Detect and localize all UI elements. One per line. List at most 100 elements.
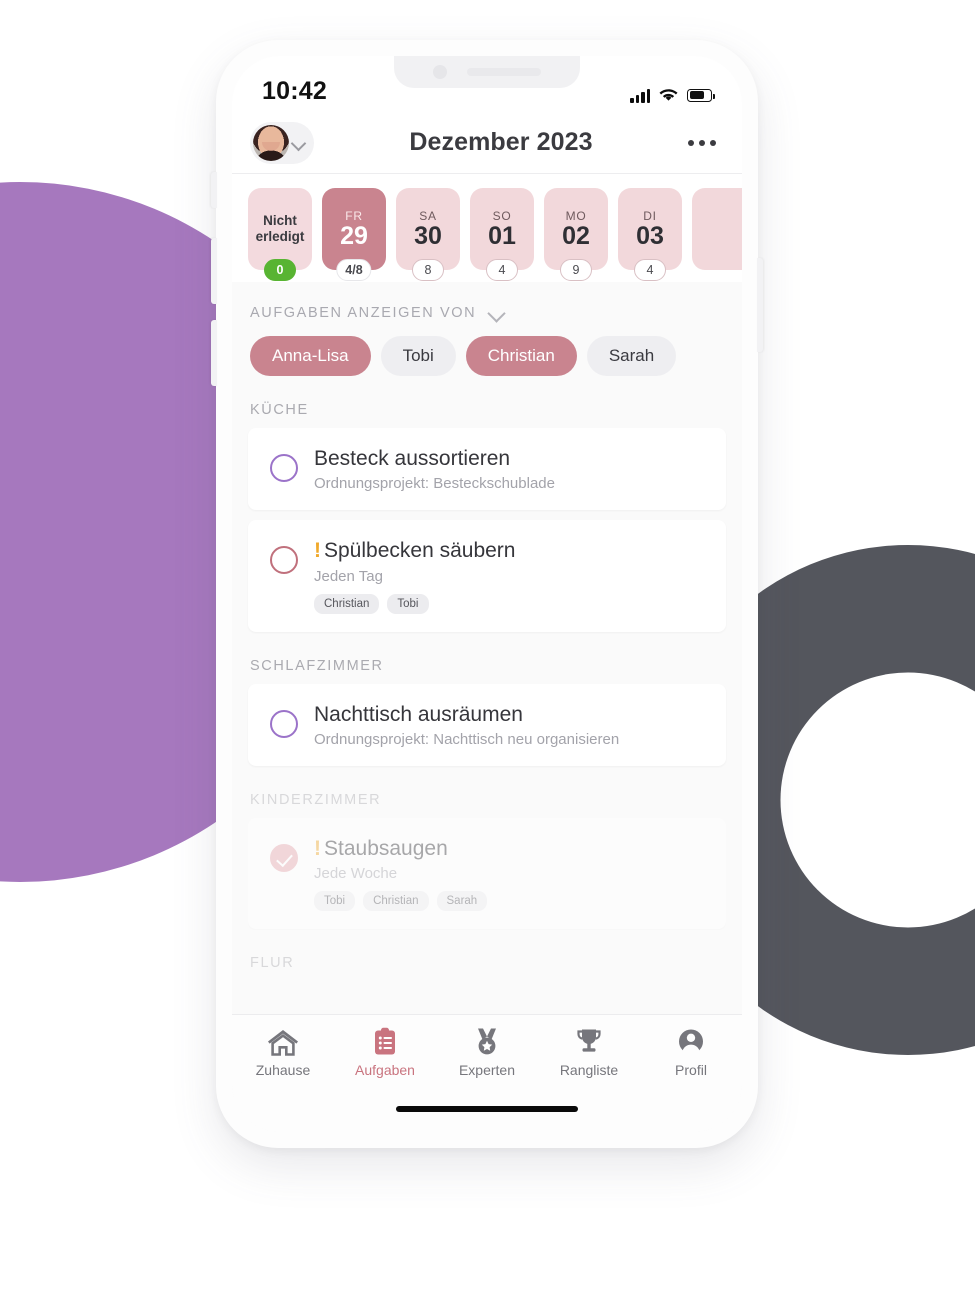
volume-down-button[interactable] (211, 320, 217, 386)
filter-heading-label: AUFGABEN ANZEIGEN VON (250, 305, 477, 321)
power-button[interactable] (757, 258, 763, 352)
date-card-badge: 0 (264, 259, 296, 281)
date-card-badge: 9 (560, 259, 592, 281)
tab-label: Zuhause (255, 1062, 311, 1078)
date-strip-wrapper: Nicht erledigt 0 FR 29 4/8 SA 30 8 SO 01… (232, 174, 742, 282)
avatar (253, 124, 289, 161)
task-checkbox[interactable] (270, 454, 298, 482)
filter-chip-anna-lisa[interactable]: Anna-Lisa (250, 336, 371, 376)
assignee-tag: Christian (363, 891, 429, 911)
date-card-number: 30 (414, 222, 442, 250)
person-icon (679, 1029, 703, 1055)
task-assignees: Tobi Christian Sarah (314, 891, 708, 911)
date-card-badge: 8 (412, 259, 444, 281)
tab-label: Rangliste (559, 1062, 619, 1078)
tab-label: Aufgaben (355, 1062, 415, 1078)
task-title: Staubsaugen (314, 1000, 438, 1014)
status-time: 10:42 (262, 77, 327, 105)
task-subtitle: Ordnungsprojekt: Besteckschublade (314, 475, 555, 493)
front-camera-icon (433, 65, 447, 79)
volume-up-button[interactable] (211, 238, 217, 304)
task-checkbox[interactable] (270, 709, 298, 738)
mute-switch[interactable] (211, 172, 217, 208)
notch (394, 56, 580, 88)
date-card-01[interactable]: SO 01 4 (470, 188, 534, 281)
task-title: Staubsaugen (324, 836, 448, 860)
chevron-down-icon[interactable] (488, 304, 506, 322)
home-indicator[interactable] (396, 1106, 578, 1112)
tab-profil[interactable]: Profil (647, 1027, 735, 1078)
section-title-kueche: KÜCHE (250, 402, 309, 418)
date-card-29[interactable]: FR 29 4/8 (322, 188, 386, 281)
date-card-label-line2: erledigt (255, 229, 305, 244)
more-options-icon[interactable] (687, 139, 716, 146)
date-card-dow: MO (565, 209, 587, 223)
task-content: ! Staubsaugen Jede Woche Tobi Christian S… (314, 836, 708, 911)
date-strip[interactable]: Nicht erledigt 0 FR 29 4/8 SA 30 8 SO 01… (232, 174, 742, 282)
date-card-badge: 4 (634, 259, 666, 281)
filter-heading-row[interactable]: AUFGABEN ANZEIGEN VON (232, 282, 742, 322)
date-card-dow: DI (643, 209, 657, 223)
task-row[interactable]: Nachttisch ausräumen Ordnungsprojekt: Na… (248, 683, 726, 766)
cellular-bars-icon (630, 88, 650, 103)
clipboard-list-icon (375, 1027, 395, 1055)
task-content: Besteck aussortieren Ordnungsprojekt: Be… (314, 446, 708, 492)
section-title-flur: FLUR (250, 955, 295, 971)
task-row[interactable]: ! Staubsaugen Jede Woche Tobi Christian S… (248, 817, 726, 929)
task-title-row: ! Staubsaugen (314, 836, 708, 862)
task-subtitle: Ordnungsprojekt: Nachttisch neu organisi… (314, 730, 620, 748)
filter-chip-christian[interactable]: Christian (465, 336, 577, 376)
urgent-icon: ! (314, 539, 321, 563)
date-card-dow: SO (492, 209, 512, 223)
app-header: Dezember 2023 (232, 112, 742, 174)
tab-rangliste[interactable]: Rangliste (545, 1027, 633, 1078)
phone-device: 10:42 Dezember 2023 Nicht erledigt 0 FR … (211, 40, 763, 1148)
task-assignees: Christian Tobi (314, 593, 708, 614)
tab-experten[interactable]: Experten (443, 1027, 531, 1078)
date-card-badge: 4 (486, 259, 518, 281)
task-content: Staubsaugen (314, 999, 708, 1014)
profile-switcher[interactable] (250, 121, 314, 164)
assignee-tag: Sarah (436, 891, 488, 911)
tab-label: Experten (458, 1062, 516, 1078)
assignee-tag: Tobi (314, 891, 356, 911)
date-card-next-partial[interactable] (692, 188, 742, 270)
home-icon (268, 1030, 298, 1056)
assignee-tag: Tobi (387, 593, 429, 614)
status-indicators (630, 87, 715, 106)
date-card-30[interactable]: SA 30 8 (396, 188, 460, 281)
task-title: Spülbecken säubern (324, 539, 516, 563)
date-card-dow: FR (345, 209, 363, 223)
urgent-icon: ! (314, 836, 321, 860)
chevron-down-icon (291, 135, 306, 150)
status-bar: 10:42 (232, 56, 742, 112)
task-row[interactable]: ! Spülbecken säubern Jeden Tag Christian … (248, 520, 726, 632)
battery-icon (687, 88, 715, 102)
date-card-number: 01 (488, 222, 516, 250)
filter-chip-tobi[interactable]: Tobi (380, 336, 456, 376)
task-row[interactable]: Staubsaugen (248, 981, 726, 1014)
scroll-body[interactable]: Nicht erledigt 0 FR 29 4/8 SA 30 8 SO 01… (232, 174, 742, 1014)
date-card-label-line1: Nicht (263, 212, 297, 228)
people-filter-chips[interactable]: Anna-Lisa Tobi Christian Sarah (232, 322, 742, 376)
wifi-icon (659, 89, 678, 101)
date-card-02[interactable]: MO 02 9 (544, 188, 608, 281)
section-title-schlafzimmer: SCHLAFZIMMER (250, 657, 384, 674)
task-subtitle: Jeden Tag (314, 567, 383, 585)
trophy-icon (577, 1029, 601, 1052)
filter-chip-sarah[interactable]: Sarah (586, 336, 677, 376)
screenshot-stage: 10:42 Dezember 2023 Nicht erledigt 0 FR … (0, 0, 975, 1300)
page-title: Dezember 2023 (409, 128, 593, 156)
tab-label: Profil (675, 1062, 707, 1078)
task-title-row: ! Spülbecken säubern (314, 538, 708, 564)
task-checkbox[interactable] (270, 1007, 298, 1014)
task-row[interactable]: Besteck aussortieren Ordnungsprojekt: Be… (248, 428, 726, 511)
task-checkbox[interactable] (270, 546, 298, 575)
tab-zuhause[interactable]: Zuhause (239, 1027, 327, 1078)
tab-aufgaben[interactable]: Aufgaben (341, 1027, 429, 1078)
task-title: Besteck aussortieren (314, 447, 511, 470)
date-card-03[interactable]: DI 03 4 (618, 188, 682, 281)
assignee-tag: Christian (314, 593, 380, 614)
date-card-undone[interactable]: Nicht erledigt 0 (248, 188, 312, 281)
task-checkbox[interactable] (270, 843, 298, 872)
